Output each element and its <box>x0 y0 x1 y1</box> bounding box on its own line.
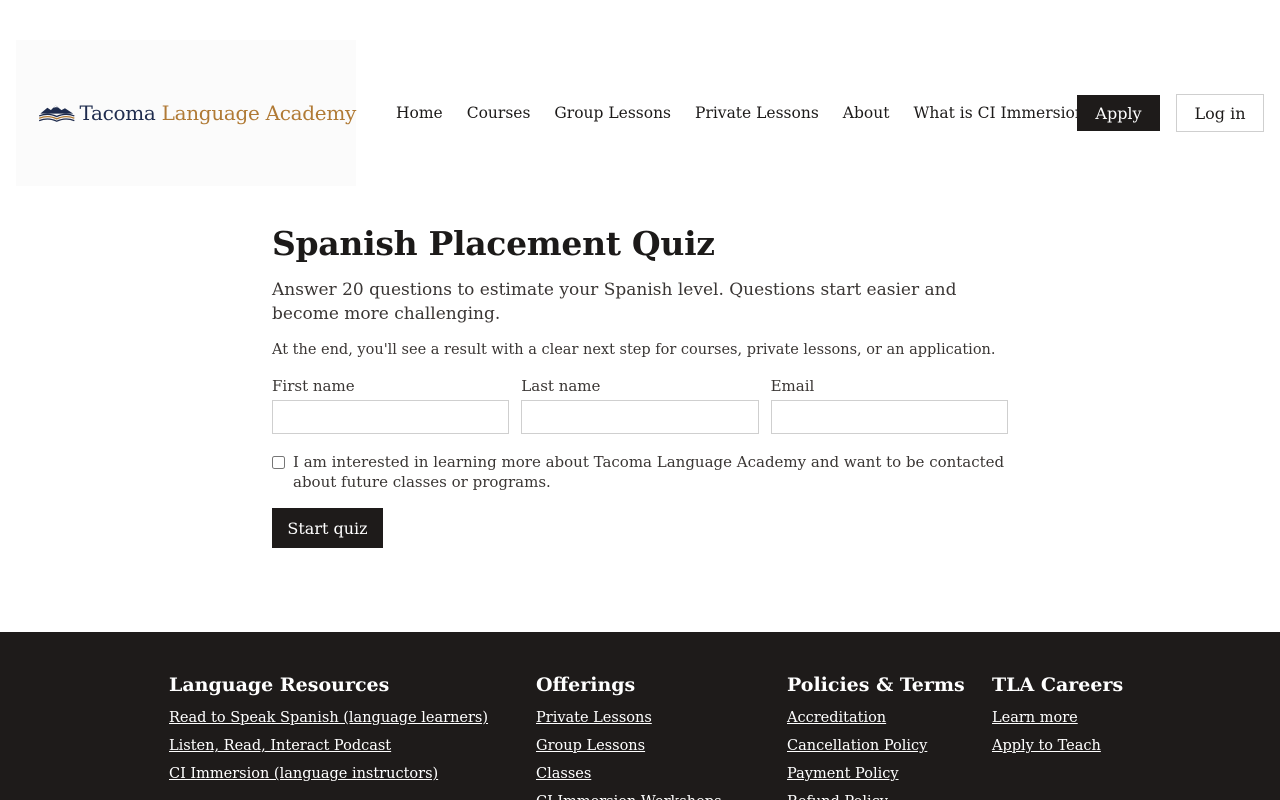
nav-group-lessons[interactable]: Group Lessons <box>554 104 671 122</box>
site-header: Tacoma Language Academy Home Courses Gro… <box>0 0 1280 200</box>
footer-link-group-lessons[interactable]: Group Lessons <box>536 732 722 760</box>
mountain-book-logo-icon <box>38 105 75 122</box>
footer-heading: Policies & Terms <box>787 674 965 696</box>
last-name-label: Last name <box>521 377 601 395</box>
last-name-field[interactable] <box>521 400 759 434</box>
contact-fields: First name Last name Email <box>272 376 1008 434</box>
result-note: At the end, you'll see a result with a c… <box>272 342 996 358</box>
footer-heading: Offerings <box>536 674 636 696</box>
footer-link-payment-policy[interactable]: Payment Policy <box>787 760 965 788</box>
site-logo[interactable]: Tacoma Language Academy <box>16 40 356 186</box>
apply-button[interactable]: Apply <box>1077 95 1160 131</box>
footer-link-accreditation[interactable]: Accreditation <box>787 704 965 732</box>
email-label: Email <box>770 377 815 395</box>
footer-link-podcast[interactable]: Listen, Read, Interact Podcast <box>169 732 488 760</box>
nav-home[interactable]: Home <box>396 104 443 122</box>
footer-link-learn-more[interactable]: Learn more <box>992 704 1123 732</box>
logo-name-part1: Tacoma <box>79 101 156 125</box>
footer-column-careers: TLA Careers Learn more Apply to Teach <box>992 672 1123 760</box>
footer-link-refund-policy[interactable]: Refund Policy <box>787 788 965 800</box>
first-name-label: First name <box>272 377 355 395</box>
first-name-field[interactable] <box>272 400 510 434</box>
intro-text: Answer 20 questions to estimate your Spa… <box>272 280 957 324</box>
nav-private-lessons[interactable]: Private Lessons <box>695 104 819 122</box>
contact-consent-label: I am interested in learning more about T… <box>293 453 1005 491</box>
start-quiz-button[interactable]: Start quiz <box>272 508 383 548</box>
footer-link-apply-to-teach[interactable]: Apply to Teach <box>992 732 1123 760</box>
email-field[interactable] <box>770 400 1008 434</box>
contact-consent-checkbox[interactable] <box>272 456 285 469</box>
email-group: Email <box>770 376 1008 434</box>
footer-link-read-to-speak-spanish[interactable]: Read to Speak Spanish (language learners… <box>169 704 488 732</box>
first-name-group: First name <box>272 376 510 434</box>
footer-link-private-lessons[interactable]: Private Lessons <box>536 704 722 732</box>
footer-link-classes[interactable]: Classes <box>536 760 722 788</box>
footer-link-ci-immersion[interactable]: CI Immersion (language instructors) <box>169 760 488 788</box>
last-name-group: Last name <box>521 376 759 434</box>
footer-heading: Language Resources <box>169 674 390 696</box>
footer-column-policies: Policies & Terms Accreditation Cancellat… <box>787 672 965 800</box>
footer-link-cancellation-policy[interactable]: Cancellation Policy <box>787 732 965 760</box>
nav-courses[interactable]: Courses <box>467 104 531 122</box>
nav-about[interactable]: About <box>843 104 890 122</box>
logo-name-part2: Language Academy <box>161 101 357 125</box>
footer-heading: TLA Careers <box>992 674 1124 696</box>
footer-link-ci-workshops[interactable]: CI Immersion Workshops <box>536 788 722 800</box>
logo-wordmark: Tacoma Language Academy <box>79 101 357 125</box>
quiz-intro: Spanish Placement Quiz Answer 20 questio… <box>272 222 1008 548</box>
contact-consent: I am interested in learning more about T… <box>272 452 1008 492</box>
page-title: Spanish Placement Quiz <box>272 224 715 263</box>
footer-column-offerings: Offerings Private Lessons Group Lessons … <box>536 672 722 800</box>
footer-column-language-resources: Language Resources Read to Speak Spanish… <box>169 672 488 788</box>
site-footer: Language Resources Read to Speak Spanish… <box>0 632 1280 800</box>
login-button[interactable]: Log in <box>1176 94 1264 132</box>
main-nav: Home Courses Group Lessons Private Lesso… <box>396 95 1109 131</box>
